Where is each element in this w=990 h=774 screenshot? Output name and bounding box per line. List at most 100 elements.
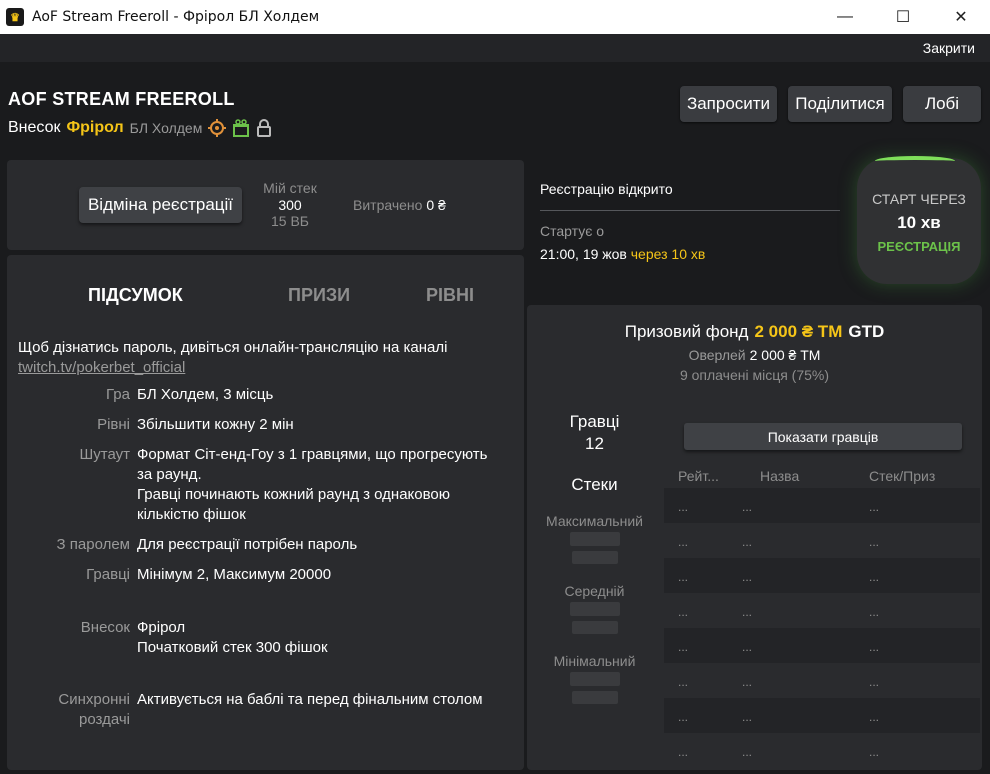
sync-row-label-line: роздачі	[79, 711, 130, 728]
window-close-button[interactable]: ✕	[932, 0, 990, 34]
prize-pool-label: Призовий фонд	[624, 322, 749, 341]
game-row-value: БЛ Холдем, 3 місць	[137, 386, 274, 403]
cell-name: ...	[742, 710, 753, 724]
cell-name: ...	[742, 745, 753, 759]
password-row-label: З паролем	[56, 536, 130, 553]
game-type: БЛ Холдем	[129, 120, 203, 136]
window-title: AoF Stream Freeroll - Фрірол БЛ Холдем	[32, 9, 320, 25]
window-titlebar: ♛ AoF Stream Freeroll - Фрірол БЛ Холдем…	[0, 0, 990, 34]
column-name[interactable]: Назва	[760, 468, 799, 484]
overlay-label: Оверлей	[688, 347, 746, 363]
sync-row-label: Синхронні роздачі	[10, 690, 130, 730]
timer-value: 10 хв	[897, 213, 941, 232]
buyin-row-label: Внесок	[80, 619, 130, 636]
players-row-label: Гравці	[86, 566, 130, 583]
cell-name: ...	[742, 535, 753, 549]
table-row: .........	[664, 663, 980, 698]
tab-levels[interactable]: РІВНІ	[426, 285, 474, 306]
players-label: Гравці	[569, 412, 620, 431]
table-row: .........	[664, 488, 980, 523]
lock-icon	[256, 119, 272, 137]
cell-rank: ...	[678, 745, 689, 759]
cell-stack: ...	[869, 745, 880, 759]
close-link[interactable]: Закрити	[923, 40, 975, 56]
start-time: 21:00, 19 жов через 10 хв	[540, 246, 705, 262]
shootout-row-value: Формат Сіт-енд-Гоу з 1 гравцями, що прог…	[137, 445, 517, 525]
stacks-label: Стеки	[571, 475, 618, 494]
buyin-row-value: Фрірол Початковий стек 300 фішок	[137, 618, 517, 658]
buyin-label: Внесок	[8, 119, 61, 136]
cell-rank: ...	[678, 605, 689, 619]
start-label: Стартує о	[540, 223, 605, 239]
cell-rank: ...	[678, 640, 689, 654]
levels-row-value: Збільшити кожну 2 мін	[137, 416, 294, 433]
show-players-button[interactable]: Показати гравців	[684, 423, 962, 450]
cell-stack: ...	[869, 570, 880, 584]
buyin-value: Фрірол	[66, 119, 124, 136]
timer-label: СТАРТ ЧЕРЕЗ	[872, 191, 966, 207]
table-row: .........	[664, 698, 980, 733]
prize-pool: Призовий фонд 2 000 ₴ ТМ GTD	[527, 322, 982, 342]
cell-rank: ...	[678, 570, 689, 584]
max-stack-placeholder	[572, 551, 618, 564]
start-time-value: 21:00, 19 жов	[540, 246, 627, 262]
minimize-button[interactable]: —	[816, 0, 874, 34]
gift-icon	[232, 119, 250, 137]
cell-stack: ...	[869, 640, 880, 654]
sync-row-value: Активується на баблі та перед фінальним …	[137, 691, 483, 708]
table-row: .........	[664, 593, 980, 628]
timer-progress-arc	[875, 156, 955, 166]
shootout-line: Гравці починають кожний раунд з однаково…	[137, 486, 451, 503]
tab-prizes[interactable]: ПРИЗИ	[288, 285, 350, 306]
table-row: .........	[664, 523, 980, 558]
top-strip	[0, 34, 990, 62]
maximize-button[interactable]: ☐	[874, 0, 932, 34]
cell-rank: ...	[678, 500, 689, 514]
tab-summary[interactable]: ПІДСУМОК	[88, 285, 183, 306]
start-timer: СТАРТ ЧЕРЕЗ 10 хв РЕЄСТРАЦІЯ	[857, 156, 981, 284]
min-stack-label: Мінімальний	[553, 653, 636, 669]
min-stack-placeholder	[572, 691, 618, 704]
cell-stack: ...	[869, 605, 880, 619]
cancel-registration-button[interactable]: Відміна реєстрації	[79, 187, 242, 223]
invite-button[interactable]: Запросити	[680, 86, 777, 122]
table-row: .........	[664, 558, 980, 593]
password-info: Щоб дізнатись пароль, дивіться онлайн-тр…	[18, 338, 447, 378]
sync-row-label-line: Синхронні	[58, 691, 130, 708]
avg-stack-placeholder	[570, 602, 620, 616]
cell-stack: ...	[869, 710, 880, 724]
spent-value: 0 ₴	[426, 197, 446, 213]
my-stack-bb: 15 ВБ	[271, 213, 309, 229]
avg-stack-placeholder	[572, 621, 618, 634]
overlay: Оверлей 2 000 ₴ ТМ	[527, 347, 982, 363]
password-row-value: Для реєстрації потрібен пароль	[137, 536, 358, 553]
players-row-value: Мінімум 2, Максимум 20000	[137, 566, 332, 583]
my-stack-value: 300	[278, 197, 302, 213]
share-button[interactable]: Поділитися	[788, 86, 892, 122]
max-stack-placeholder	[570, 532, 620, 546]
cell-stack: ...	[869, 535, 880, 549]
cell-name: ...	[742, 570, 753, 584]
lobby-button[interactable]: Лобі	[903, 86, 981, 122]
column-stack[interactable]: Стек/Приз	[869, 468, 935, 484]
cell-stack: ...	[869, 500, 880, 514]
cell-rank: ...	[678, 675, 689, 689]
prize-pool-gtd: GTD	[848, 322, 885, 341]
tournament-title: AOF STREAM FREEROLL	[8, 89, 235, 109]
shootout-line: за раунд.	[137, 466, 202, 483]
cell-rank: ...	[678, 710, 689, 724]
shootout-row-label: Шутаут	[79, 446, 131, 463]
start-in: через 10 хв	[630, 246, 706, 262]
avg-stack-label: Середній	[564, 583, 625, 599]
cell-rank: ...	[678, 535, 689, 549]
cell-name: ...	[742, 605, 753, 619]
my-stack: Мій стек 300 15 ВБ	[250, 180, 330, 229]
column-rank[interactable]: Рейт...	[678, 468, 719, 484]
twitch-link[interactable]: twitch.tv/pokerbet_official	[18, 359, 185, 376]
prize-pool-amount: 2 000 ₴ ТМ	[754, 322, 843, 341]
cell-name: ...	[742, 640, 753, 654]
password-info-text: Щоб дізнатись пароль, дивіться онлайн-тр…	[18, 339, 448, 356]
buyin-row-line: Фрірол	[137, 619, 186, 636]
target-icon	[208, 119, 227, 137]
paid-places: 9 оплачені місця (75%)	[679, 367, 830, 383]
